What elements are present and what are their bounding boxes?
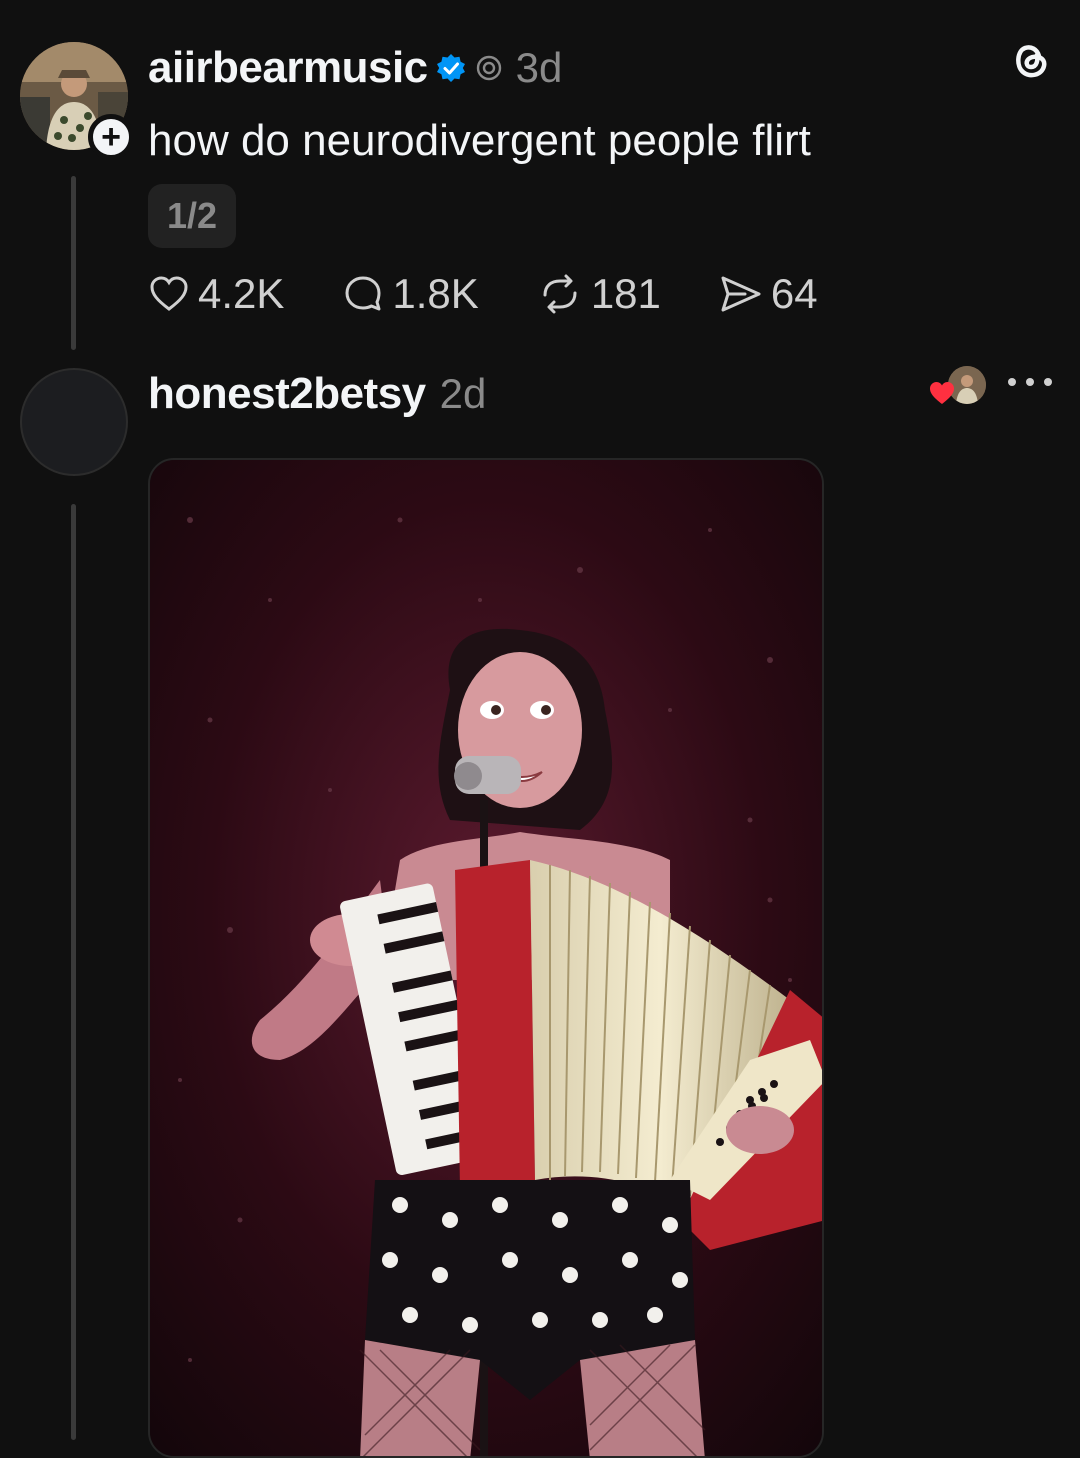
post-username[interactable]: aiirbearmusic xyxy=(148,43,428,93)
reply-avatar[interactable] xyxy=(20,368,128,476)
threads-logo-icon[interactable] xyxy=(1006,36,1054,84)
reply-button[interactable]: 1.8K xyxy=(342,270,479,318)
threads-badge-icon xyxy=(474,53,504,83)
author-liked-indicator xyxy=(928,364,990,406)
verified-badge-icon xyxy=(436,53,466,83)
repost-count: 181 xyxy=(590,270,661,317)
post-time: 3d xyxy=(515,44,563,91)
follow-button[interactable]: + xyxy=(88,114,134,160)
repost-button[interactable]: 181 xyxy=(537,270,661,318)
like-count: 4.2K xyxy=(198,270,285,317)
comment-icon xyxy=(342,273,384,315)
send-icon xyxy=(719,273,763,315)
reply-media-image[interactable] xyxy=(148,458,824,1458)
reply-count: 1.8K xyxy=(392,270,479,317)
heart-icon xyxy=(148,273,190,315)
reply-header: honest2betsy 2d xyxy=(148,366,486,422)
post-actions: 4.2K 1.8K 181 64 xyxy=(148,266,876,322)
reply-time: 2d xyxy=(439,370,487,417)
heart-icon xyxy=(928,380,956,406)
more-icon[interactable] xyxy=(1008,372,1052,392)
thread-line xyxy=(71,176,76,350)
post-header: aiirbearmusic 3d xyxy=(148,40,562,96)
post-text: how do neurodivergent people flirt xyxy=(148,116,811,165)
plus-icon: + xyxy=(101,118,121,156)
reply-username[interactable]: honest2betsy xyxy=(148,369,426,419)
share-button[interactable]: 64 xyxy=(719,270,818,318)
thread-line xyxy=(71,504,76,1440)
like-button[interactable]: 4.2K xyxy=(148,270,284,318)
repost-icon xyxy=(537,273,583,315)
share-count: 64 xyxy=(770,270,818,317)
page-indicator: 1/2 xyxy=(148,184,236,248)
